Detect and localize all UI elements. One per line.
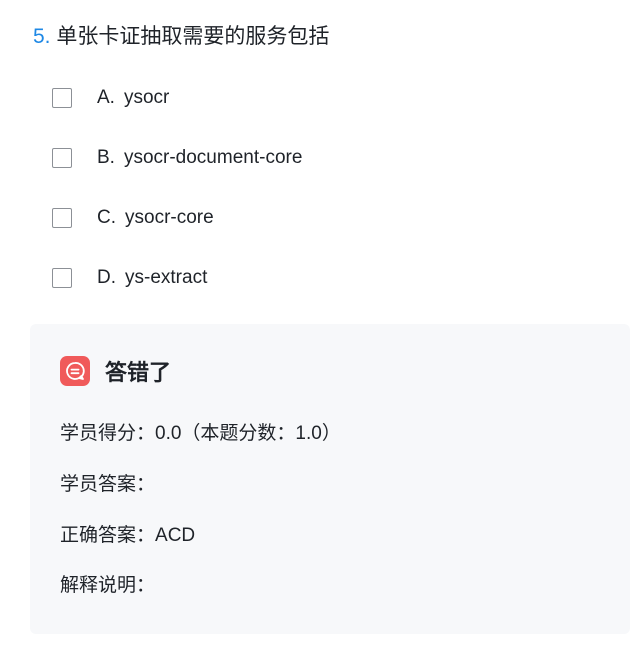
option-d-letter: D.	[97, 267, 116, 288]
answer-options: A. ysocr B. ysocr-document-core C. ysocr…	[52, 82, 302, 322]
option-c-checkbox[interactable]	[52, 208, 72, 228]
option-d-checkbox[interactable]	[52, 268, 72, 288]
correct-answer-label: 正确答案：	[60, 525, 156, 546]
option-d-text: ys-extract	[125, 267, 208, 288]
option-b-letter: B.	[97, 147, 115, 168]
explanation-label: 解释说明：	[60, 575, 156, 596]
score-label: 学员得分：	[60, 423, 156, 444]
option-b[interactable]: B. ysocr-document-core	[52, 142, 302, 174]
option-d[interactable]: D. ys-extract	[52, 262, 302, 294]
option-a-checkbox[interactable]	[52, 88, 72, 108]
option-b-checkbox[interactable]	[52, 148, 72, 168]
option-c-letter: C.	[97, 207, 116, 228]
correct-answer-value: ACD	[155, 525, 196, 546]
question-number: 5.	[33, 25, 51, 48]
student-answer-row: 学员答案：	[60, 472, 155, 498]
result-header: 答错了	[60, 355, 171, 387]
question-title: 5. 单张卡证抽取需要的服务包括	[33, 22, 329, 52]
option-c[interactable]: C. ysocr-core	[52, 202, 302, 234]
option-a[interactable]: A. ysocr	[52, 82, 302, 114]
score-value: 0.0（本题分数：1.0）	[155, 423, 341, 444]
option-c-text: ysocr-core	[125, 207, 214, 228]
option-a-text: ysocr	[123, 87, 170, 108]
correct-answer-row: 正确答案：ACD	[60, 523, 195, 549]
option-a-letter: A.	[97, 87, 115, 108]
student-answer-label: 学员答案：	[60, 474, 156, 495]
explanation-row: 解释说明：	[60, 573, 155, 599]
score-row: 学员得分：0.0（本题分数：1.0）	[60, 421, 341, 447]
chat-bubble-icon	[60, 356, 90, 386]
result-panel: 答错了 学员得分：0.0（本题分数：1.0） 学员答案： 正确答案：ACD 解释…	[30, 324, 630, 634]
option-b-text: ysocr-document-core	[123, 147, 303, 168]
result-status-text: 答错了	[105, 360, 172, 385]
question-text: 单张卡证抽取需要的服务包括	[56, 25, 330, 48]
